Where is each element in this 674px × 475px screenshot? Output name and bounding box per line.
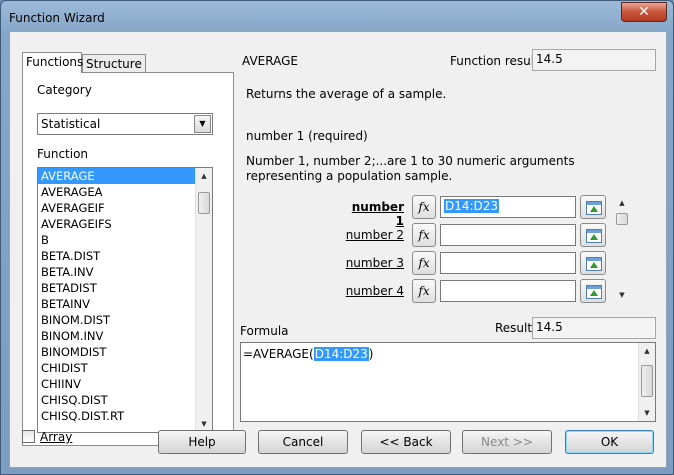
list-item[interactable]: BINOM.DIST bbox=[38, 312, 212, 328]
fx-icon[interactable]: fx bbox=[412, 251, 436, 275]
array-checkbox[interactable] bbox=[22, 430, 35, 443]
shrink-dialog-icon[interactable] bbox=[580, 279, 606, 303]
scroll-down-icon[interactable]: ▼ bbox=[614, 287, 630, 303]
shrink-dialog-icon[interactable] bbox=[580, 223, 606, 247]
window-title: Function Wizard bbox=[9, 11, 105, 25]
scroll-up-icon[interactable]: ▲ bbox=[639, 343, 655, 359]
list-item[interactable]: AVERAGEIF bbox=[38, 200, 212, 216]
function-result-label: Function result bbox=[450, 54, 539, 68]
function-list[interactable]: AVERAGE AVERAGEA AVERAGEIF AVERAGEIFS B BETA.… bbox=[37, 167, 213, 433]
chevron-down-icon[interactable]: ▼ bbox=[194, 115, 211, 133]
list-item[interactable]: BETA.DIST bbox=[38, 248, 212, 264]
ok-button[interactable]: OK bbox=[565, 430, 654, 454]
list-item[interactable]: CHISQ.DIST bbox=[38, 392, 212, 408]
list-item[interactable]: AVERAGE bbox=[38, 168, 212, 184]
scroll-up-icon[interactable]: ▲ bbox=[196, 168, 212, 184]
help-button[interactable]: Help bbox=[158, 430, 246, 454]
scroll-thumb[interactable] bbox=[616, 213, 628, 225]
function-result-field: 14.5 bbox=[532, 49, 656, 71]
arg-value-number-1: D14:D23 bbox=[444, 199, 500, 213]
title-bar[interactable]: Function Wizard ✕ bbox=[1, 1, 673, 31]
cancel-button[interactable]: Cancel bbox=[258, 430, 348, 454]
scroll-thumb[interactable] bbox=[198, 192, 210, 214]
fx-icon[interactable]: fx bbox=[412, 279, 436, 303]
arg-label-number-4: number 4 bbox=[345, 284, 404, 298]
scroll-down-icon[interactable]: ▼ bbox=[639, 405, 655, 421]
arg-input-number-2[interactable] bbox=[440, 224, 576, 246]
tab-structure[interactable]: Structure bbox=[82, 54, 146, 72]
list-item[interactable]: B bbox=[38, 232, 212, 248]
arguments-scrollbar[interactable]: ▲ ▼ bbox=[614, 195, 630, 303]
formula-scrollbar[interactable]: ▲ ▼ bbox=[638, 343, 655, 421]
shrink-dialog-icon[interactable] bbox=[580, 251, 606, 275]
function-label: Function bbox=[37, 147, 89, 161]
functions-panel: Category Statistical ▼ Function AVERAGE A… bbox=[22, 72, 234, 446]
list-item[interactable]: CHIDIST bbox=[38, 360, 212, 376]
function-description: Returns the average of a sample. bbox=[246, 87, 447, 101]
arg-label-number-1: number 1 bbox=[351, 200, 404, 228]
formula-highlight: D14:D23 bbox=[313, 347, 369, 361]
arg-input-number-3[interactable] bbox=[440, 252, 576, 274]
list-item[interactable]: CHISQ.DIST.RT bbox=[38, 408, 212, 424]
result-field: 14.5 bbox=[532, 317, 656, 339]
list-item[interactable]: AVERAGEA bbox=[38, 184, 212, 200]
tab-functions[interactable]: Functions bbox=[22, 52, 83, 73]
list-item[interactable]: CHIINV bbox=[38, 376, 212, 392]
argument-title: number 1 (required) bbox=[246, 129, 368, 143]
arg-input-number-4[interactable] bbox=[440, 280, 576, 302]
arg-label-number-3: number 3 bbox=[345, 256, 404, 270]
formula-editor[interactable]: =AVERAGE(D14:D23) ▲ ▼ bbox=[240, 342, 656, 422]
list-item[interactable]: BINOM.INV bbox=[38, 328, 212, 344]
argument-description: Number 1, number 2;...are 1 to 30 numeri… bbox=[246, 154, 575, 183]
close-button[interactable]: ✕ bbox=[621, 2, 667, 22]
scroll-up-icon[interactable]: ▲ bbox=[614, 195, 630, 211]
dialog-body: Functions Structure Category Statistical… bbox=[9, 31, 667, 468]
fx-icon[interactable]: fx bbox=[412, 223, 436, 247]
scroll-thumb[interactable] bbox=[641, 365, 653, 397]
list-item[interactable]: BETA.INV bbox=[38, 264, 212, 280]
category-dropdown[interactable]: Statistical ▼ bbox=[37, 113, 213, 135]
list-item[interactable]: BETAINV bbox=[38, 296, 212, 312]
next-button[interactable]: Next >> bbox=[462, 430, 552, 454]
array-label: Array bbox=[40, 430, 73, 444]
formula-prefix: =AVERAGE( bbox=[243, 347, 314, 361]
function-name: AVERAGE bbox=[242, 54, 298, 68]
arg-label-number-2: number 2 bbox=[345, 228, 404, 242]
list-item[interactable]: BETADIST bbox=[38, 280, 212, 296]
back-button[interactable]: << Back bbox=[361, 430, 451, 454]
list-item[interactable]: AVERAGEIFS bbox=[38, 216, 212, 232]
category-value: Statistical bbox=[41, 117, 101, 131]
function-list-scrollbar[interactable]: ▲ ▼ bbox=[195, 168, 212, 432]
category-label: Category bbox=[37, 83, 92, 97]
result-label: Result bbox=[495, 321, 533, 335]
list-item[interactable]: BINOMDIST bbox=[38, 344, 212, 360]
formula-text: =AVERAGE(D14:D23) bbox=[243, 347, 373, 361]
fx-icon[interactable]: fx bbox=[412, 195, 436, 219]
formula-suffix: ) bbox=[368, 347, 374, 361]
function-wizard-window: Function Wizard ✕ Functions Structure Ca… bbox=[0, 0, 674, 475]
shrink-dialog-icon[interactable] bbox=[580, 195, 606, 219]
arg-input-number-1[interactable]: D14:D23 bbox=[440, 196, 576, 218]
formula-label: Formula bbox=[240, 324, 289, 338]
